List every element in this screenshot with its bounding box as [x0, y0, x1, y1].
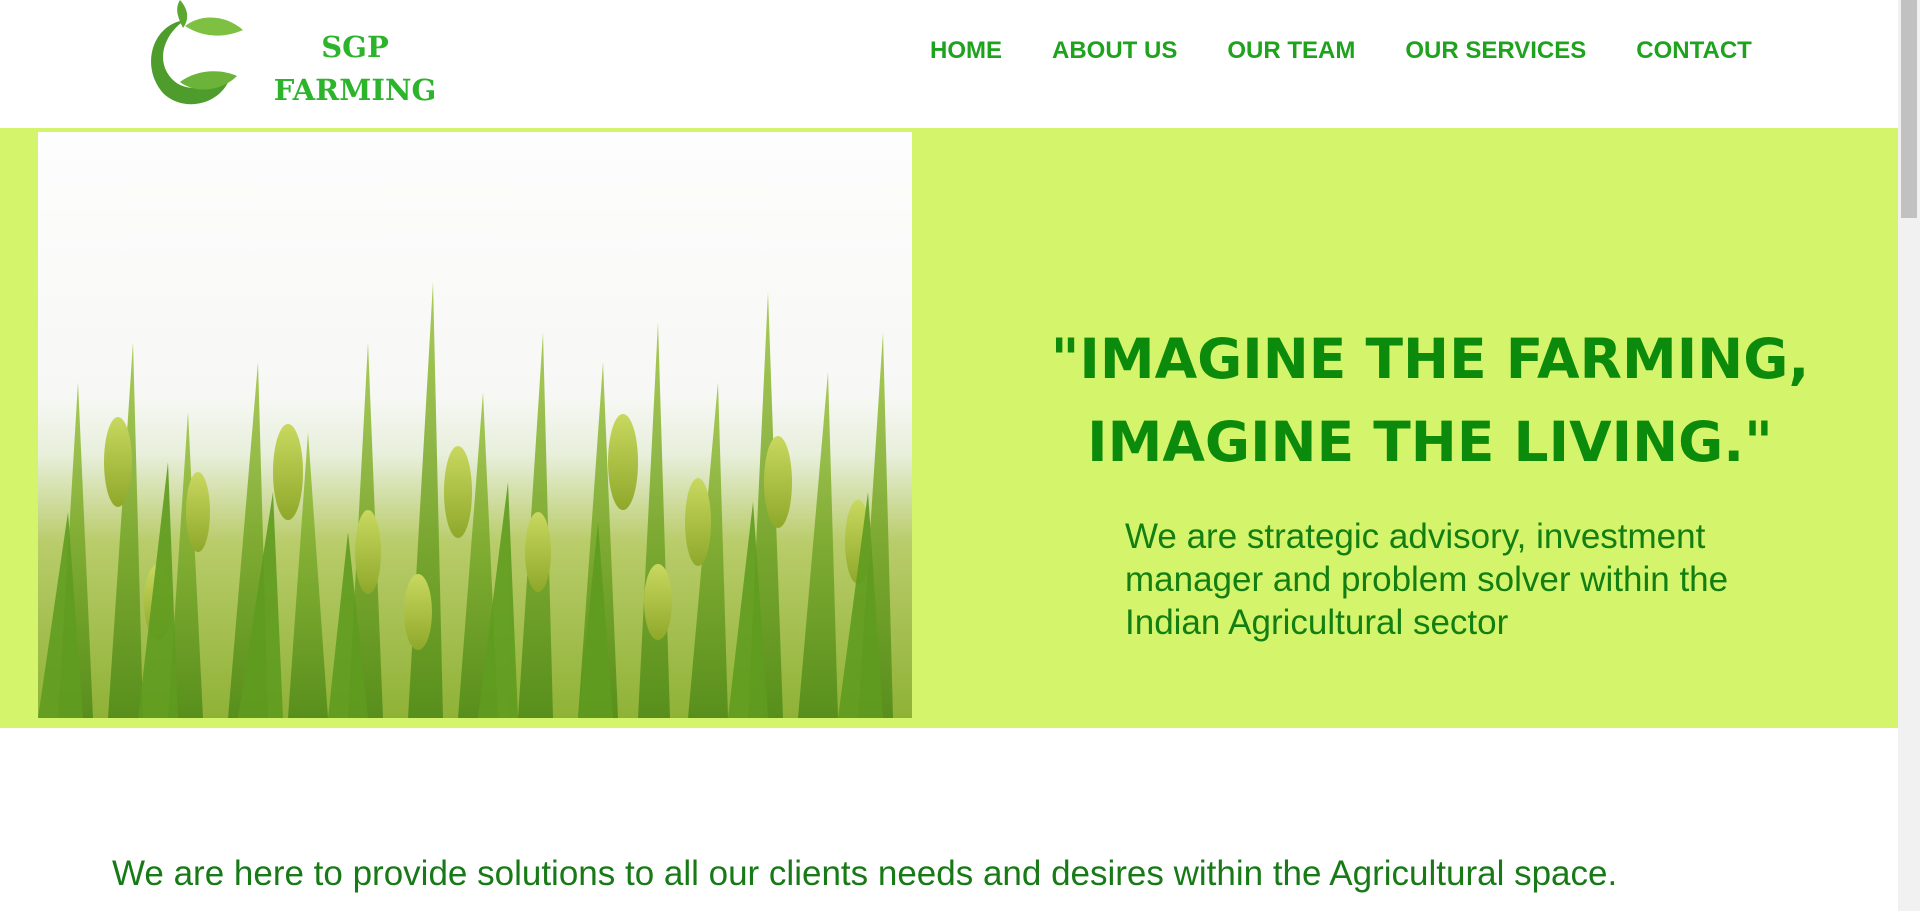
- nav-about-us-link[interactable]: ABOUT US: [1052, 36, 1177, 66]
- page-scrollbar[interactable]: [1898, 0, 1920, 911]
- leaf-logo-icon[interactable]: [125, 0, 250, 118]
- scrollbar-thumb[interactable]: [1901, 0, 1917, 218]
- nav-our-team-link[interactable]: OUR TEAM: [1227, 36, 1355, 66]
- hero-quote: "IMAGINE THE FARMING, IMAGINE THE LIVING…: [1030, 318, 1830, 484]
- hero-quote-line1: "IMAGINE THE FARMING,: [1050, 327, 1810, 391]
- nav-our-services-link[interactable]: OUR SERVICES: [1405, 36, 1586, 66]
- page: SGP FARMING HOME ABOUT US OUR TEAM OUR S…: [0, 0, 1898, 911]
- hero-section: "IMAGINE THE FARMING, IMAGINE THE LIVING…: [0, 128, 1898, 728]
- hero-quote-line2: IMAGINE THE LIVING.": [1087, 410, 1773, 474]
- brand-name-line1: SGP: [321, 30, 389, 64]
- brand-name[interactable]: SGP FARMING: [270, 26, 440, 112]
- nav-contact-link[interactable]: CONTACT: [1636, 36, 1752, 66]
- mission-statement: We are here to provide solutions to all …: [112, 854, 1618, 893]
- hero-tagline: We are strategic advisory, investment ma…: [1125, 517, 1729, 642]
- main-nav: HOME ABOUT US OUR TEAM OUR SERVICES CONT…: [930, 36, 1752, 66]
- brand-name-line2: FARMING: [273, 73, 437, 107]
- site-header: SGP FARMING HOME ABOUT US OUR TEAM OUR S…: [0, 0, 1898, 128]
- rice-field-image: [38, 132, 912, 718]
- nav-home-link[interactable]: HOME: [930, 36, 1002, 66]
